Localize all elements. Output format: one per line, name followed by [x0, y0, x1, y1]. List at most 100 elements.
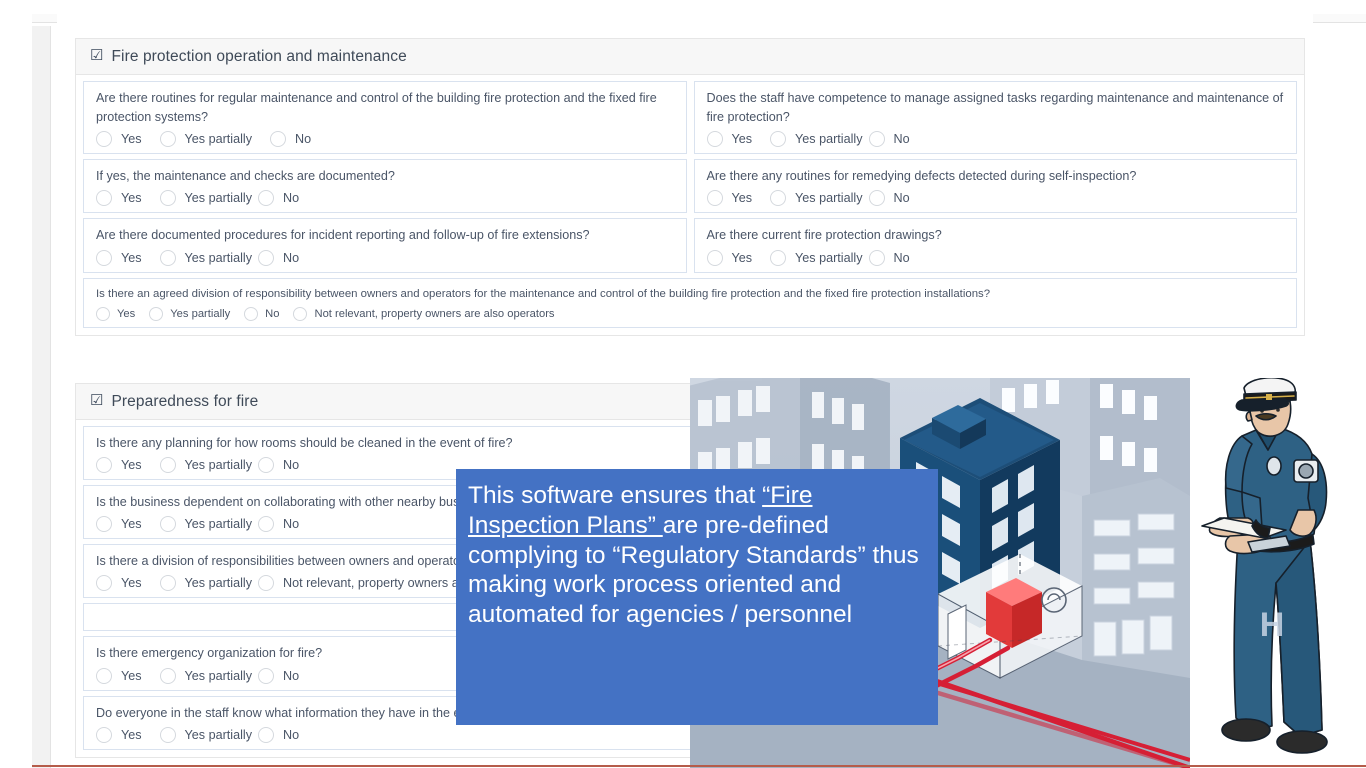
radio-button-icon[interactable] [96, 575, 112, 592]
radio-option-label: Yes partially [184, 668, 252, 683]
question-text: Are there current fire protection drawin… [706, 228, 942, 243]
radio-button-icon[interactable] [159, 516, 176, 533]
radio-option[interactable]: Yes [96, 457, 156, 474]
section-panel-fire-protection-operation-and-maintenance: ☑ Fire protection operation and maintenan… [75, 38, 1305, 336]
radio-option[interactable]: Yes [96, 575, 156, 592]
section-title: Preparedness for fire [111, 392, 259, 410]
radio-option[interactable]: No [258, 726, 313, 743]
question-rows: Are there routines for regular maintenan… [76, 75, 1304, 335]
radio-option[interactable]: Yes [96, 190, 156, 207]
radio-button-icon[interactable] [770, 249, 787, 266]
radio-option-label: Yes partially [795, 250, 863, 265]
radio-button-icon[interactable] [706, 131, 723, 148]
radio-option[interactable]: Yes partially [159, 249, 254, 266]
radio-button-icon[interactable] [96, 249, 112, 266]
radio-button-icon[interactable] [96, 131, 112, 148]
section-header-fire-protection-operation-and-maintenance[interactable]: ☑ Fire protection operation and maintenan… [76, 39, 1304, 75]
radio-button-icon[interactable] [868, 249, 885, 266]
radio-button-icon[interactable] [159, 575, 176, 592]
radio-option[interactable]: Yes [96, 667, 156, 684]
radio-group: Yes Yes partially No Not relevant, property… [96, 306, 1286, 321]
checked-checkbox-icon[interactable]: ☑ [90, 48, 103, 63]
radio-button-icon[interactable] [159, 249, 176, 266]
radio-option[interactable]: No [244, 306, 289, 321]
radio-option[interactable]: Yes partially [770, 190, 864, 207]
radio-button-icon[interactable] [96, 306, 110, 321]
radio-button-icon[interactable] [770, 190, 787, 207]
radio-button-icon[interactable] [270, 131, 286, 148]
radio-group: Yes Yes partially No [96, 249, 676, 266]
radio-option-label: No [283, 191, 300, 206]
radio-option[interactable]: Yes [96, 249, 156, 266]
radio-option-label: Yes partially [184, 727, 252, 742]
radio-option[interactable]: No [258, 190, 313, 207]
radio-button-icon[interactable] [258, 249, 274, 266]
radio-option[interactable]: Yes partially [159, 726, 254, 743]
radio-option[interactable]: Yes [706, 190, 767, 207]
radio-option-label: No [265, 307, 280, 320]
radio-button-icon[interactable] [258, 457, 274, 474]
radio-button-icon[interactable] [149, 306, 164, 321]
radio-button-icon[interactable] [868, 131, 885, 148]
radio-button-icon[interactable] [159, 726, 176, 743]
radio-option[interactable]: Yes [706, 131, 767, 148]
radio-button-icon[interactable] [258, 516, 274, 533]
radio-option[interactable]: Yes partially [159, 131, 266, 148]
radio-option[interactable]: Yes [96, 131, 156, 148]
radio-option[interactable]: Yes [96, 516, 156, 533]
radio-button-icon[interactable] [770, 131, 787, 148]
radio-option[interactable]: No [270, 131, 325, 148]
radio-button-icon[interactable] [868, 190, 885, 207]
radio-button-icon[interactable] [159, 457, 176, 474]
radio-option[interactable]: Yes partially [159, 190, 254, 207]
radio-option[interactable]: Yes partially [770, 249, 864, 266]
radio-option[interactable]: No [868, 190, 924, 207]
radio-option-label: Not relevant, property owners are also o… [314, 307, 555, 320]
radio-option[interactable]: Yes [96, 306, 145, 321]
radio-button-icon[interactable] [293, 306, 308, 321]
question-row: Are there documented procedures for inci… [83, 218, 1297, 273]
radio-button-icon[interactable] [706, 190, 723, 207]
radio-option[interactable]: No [258, 667, 313, 684]
radio-button-icon[interactable] [96, 457, 112, 474]
radio-option[interactable]: Yes partially [770, 131, 864, 148]
radio-option[interactable]: No [258, 249, 313, 266]
radio-button-icon[interactable] [159, 131, 176, 148]
radio-option[interactable]: No [258, 516, 313, 533]
radio-option[interactable]: Yes partially [149, 306, 240, 321]
radio-button-icon[interactable] [258, 575, 274, 592]
radio-option-label: Yes partially [184, 250, 252, 265]
checked-checkbox-icon[interactable]: ☑ [90, 393, 103, 408]
question-cell: Are there current fire protection drawin… [693, 218, 1297, 273]
radio-button-icon[interactable] [96, 190, 112, 207]
radio-option[interactable]: Yes partially [159, 575, 254, 592]
radio-option[interactable]: Yes partially [159, 667, 254, 684]
radio-option[interactable]: No [868, 131, 924, 148]
radio-option-label: No [283, 517, 300, 532]
radio-option[interactable]: Yes partially [159, 457, 254, 474]
radio-button-icon[interactable] [96, 726, 112, 743]
callout-paragraph: This software ensures that “Fire Inspect… [468, 481, 924, 630]
callout-line-1: This software ensures that [468, 482, 763, 509]
radio-option[interactable]: Yes [96, 726, 156, 743]
radio-option-label: No [893, 191, 910, 206]
radio-option[interactable]: Not relevant, property owners are also o… [293, 306, 564, 321]
question-row: Are there routines for regular maintenan… [83, 81, 1297, 155]
radio-button-icon[interactable] [159, 667, 176, 684]
radio-group: Yes Yes partially No [96, 131, 676, 148]
radio-button-icon[interactable] [96, 516, 112, 533]
radio-option-label: No [283, 727, 300, 742]
radio-option-label: Yes [121, 727, 142, 742]
radio-button-icon[interactable] [159, 190, 176, 207]
radio-button-icon[interactable] [706, 249, 723, 266]
radio-button-icon[interactable] [258, 667, 274, 684]
radio-button-icon[interactable] [96, 667, 112, 684]
radio-option[interactable]: No [258, 457, 313, 474]
radio-option[interactable]: Yes [706, 249, 767, 266]
radio-option[interactable]: Yes partially [159, 516, 254, 533]
radio-option[interactable]: No [868, 249, 924, 266]
question-text: Are there routines for regular maintenan… [96, 91, 657, 125]
radio-button-icon[interactable] [244, 306, 259, 321]
radio-button-icon[interactable] [258, 726, 274, 743]
radio-button-icon[interactable] [258, 190, 274, 207]
